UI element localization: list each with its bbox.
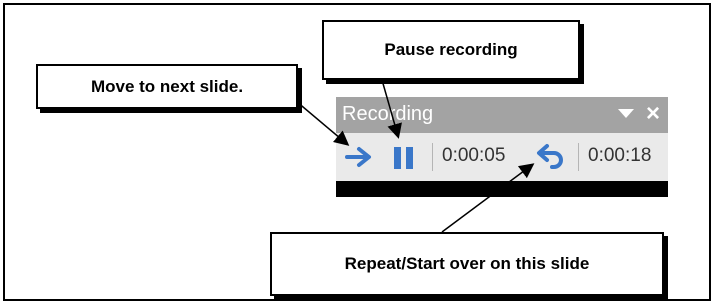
callout-pause: Pause recording <box>322 20 580 80</box>
arrow-to-pause <box>381 79 402 139</box>
arrow-to-repeat <box>441 163 535 233</box>
callout-repeat: Repeat/Start over on this slide <box>270 232 664 296</box>
callout-next-slide: Move to next slide. <box>36 64 298 109</box>
arrow-to-next <box>289 95 350 146</box>
